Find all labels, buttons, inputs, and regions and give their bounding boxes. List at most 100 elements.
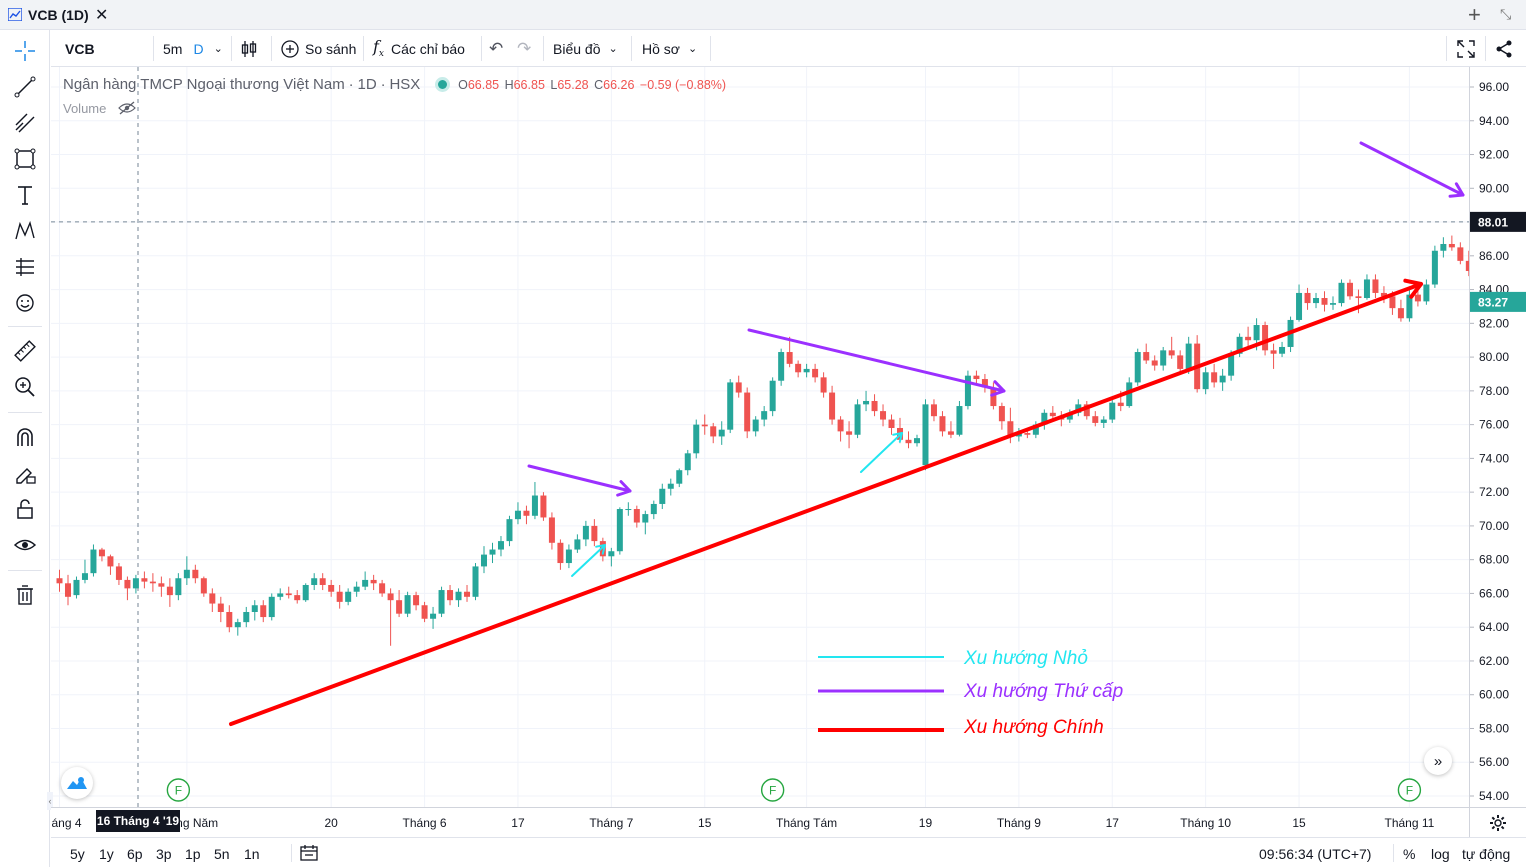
candle-body — [803, 368, 810, 373]
plus-circle-icon — [281, 39, 299, 58]
candle-body — [854, 404, 861, 435]
range-button-6p[interactable]: 6p — [127, 846, 143, 862]
interval-selector[interactable]: 5m D ⌄ — [163, 30, 223, 67]
fib-tool-icon[interactable] — [9, 108, 41, 138]
zoom-in-icon[interactable] — [9, 372, 41, 402]
price-tick-label: 96.00 — [1479, 80, 1509, 94]
crosshair-tool-icon[interactable] — [9, 36, 41, 66]
candle-body — [888, 419, 895, 428]
range-button-1n[interactable]: 1n — [244, 846, 260, 862]
close-icon[interactable]: ✕ — [95, 5, 108, 25]
fullscreen-icon[interactable] — [1457, 30, 1475, 67]
add-window-icon[interactable]: + — [1468, 2, 1481, 28]
candle-body — [913, 438, 920, 444]
trend-line-tool-icon[interactable] — [9, 72, 41, 102]
text-tool-icon[interactable] — [9, 180, 41, 210]
chevron-down-icon: ⌄ — [687, 43, 698, 55]
candle-body — [294, 595, 301, 601]
candle-body — [302, 584, 309, 601]
time-tick-label: Tháng 9 — [997, 816, 1041, 830]
candle-body — [939, 416, 946, 432]
candle-body — [1397, 308, 1404, 319]
range-button-3p[interactable]: 3p — [156, 846, 172, 862]
chart-style-button[interactable] — [239, 30, 259, 67]
range-button-1p[interactable]: 1p — [185, 846, 201, 862]
lock-drawing-icon[interactable] — [9, 458, 41, 488]
window-titlebar: VCB (1D) ✕ + ⤡ — [0, 0, 1526, 30]
candle-body — [141, 578, 148, 582]
redo-icon[interactable]: ↷ — [517, 30, 531, 67]
time-tick-label: 19 — [919, 816, 933, 830]
undo-icon[interactable]: ↶ — [489, 30, 503, 67]
percent-scale-toggle[interactable]: % — [1403, 846, 1415, 862]
candle-body — [1049, 412, 1056, 417]
candle-body — [277, 593, 284, 597]
candle-body — [115, 566, 122, 580]
expand-window-icon[interactable]: ⤡ — [1500, 6, 1511, 23]
symbol-search[interactable]: VCB — [65, 30, 95, 67]
candle-body — [1431, 250, 1438, 285]
tradingview-logo-button[interactable] — [61, 767, 93, 799]
shape-tool-icon[interactable] — [9, 144, 41, 174]
magnet-icon[interactable] — [9, 422, 41, 452]
legend-open: 66.85 — [467, 78, 500, 92]
candle-body — [659, 488, 666, 504]
price-tick-label: 78.00 — [1479, 384, 1509, 398]
time-axis[interactable]: Tháng 4Tháng Năm20Tháng 617Tháng 715Thán… — [37, 807, 1518, 837]
scroll-to-realtime-button[interactable]: » — [1424, 747, 1452, 775]
trash-icon[interactable] — [9, 580, 41, 610]
goto-date-icon[interactable] — [299, 844, 319, 865]
range-button-1y[interactable]: 1y — [99, 846, 114, 862]
clock-timezone[interactable]: 09:56:34 (UTC+7) — [1259, 846, 1371, 862]
candles-icon — [241, 40, 257, 57]
compare-button[interactable]: So sánh — [280, 30, 356, 67]
range-button-5y[interactable]: 5y — [70, 846, 85, 862]
candle-body — [370, 579, 377, 584]
candle-body — [701, 424, 708, 427]
candle-body — [328, 584, 335, 592]
price-tick-label: 92.00 — [1479, 148, 1509, 162]
eye-hidden-icon[interactable] — [118, 101, 136, 115]
chart-window-icon — [8, 8, 22, 21]
share-icon[interactable] — [1495, 30, 1513, 67]
candle-body — [820, 377, 827, 393]
emoji-tool-icon[interactable] — [9, 288, 41, 318]
candle-body — [735, 382, 742, 393]
candle-body — [234, 622, 241, 628]
range-button-5n[interactable]: 5n — [214, 846, 230, 862]
candle-body — [183, 569, 190, 579]
candle-body — [591, 525, 598, 542]
candle-body — [582, 525, 589, 540]
ruler-icon[interactable] — [9, 336, 41, 366]
profile-menu-label: Hồ sơ — [642, 40, 680, 57]
settings-gear-icon[interactable] — [1469, 807, 1526, 837]
price-tick-label: 82.00 — [1479, 316, 1509, 330]
candle-body — [430, 613, 437, 619]
candlestick-chart[interactable]: FFF — [51, 67, 1469, 807]
auto-scale-toggle[interactable]: tự động — [1462, 846, 1510, 862]
candle-body — [829, 392, 836, 420]
price-axis[interactable]: 54.00 56.00 58.00 60.00 62.00 64.00 66.00 68.00… — [1469, 67, 1526, 807]
candle-body — [1024, 433, 1031, 435]
chart-menu-button[interactable]: Biểu đồ ⌄ — [553, 30, 618, 67]
prediction-tool-icon[interactable] — [9, 252, 41, 282]
indicators-label: Các chỉ báo — [391, 40, 465, 57]
indicators-button[interactable]: fx Các chỉ báo — [373, 30, 465, 67]
candle-body — [506, 519, 513, 542]
time-tick-label: Tháng 10 — [1180, 816, 1231, 830]
eye-icon[interactable] — [9, 530, 41, 560]
candle-body — [379, 583, 386, 594]
log-scale-toggle[interactable]: log — [1431, 846, 1450, 862]
unlock-icon[interactable] — [9, 494, 41, 524]
event-marker-label: F — [1406, 784, 1413, 798]
market-status-dot — [438, 80, 448, 89]
candle-body — [124, 579, 131, 589]
candle-body — [846, 431, 853, 435]
chart-pane[interactable]: F F F Ngân hàng TMCP Ngoại thương Việt Nam… — [47, 67, 1469, 810]
candle-body — [778, 352, 785, 381]
pattern-tool-icon[interactable] — [9, 216, 41, 246]
candle-body — [1168, 350, 1175, 356]
candle-body — [642, 514, 649, 523]
function-icon: fx — [373, 37, 384, 60]
profile-menu-button[interactable]: Hồ sơ ⌄ — [642, 30, 697, 67]
